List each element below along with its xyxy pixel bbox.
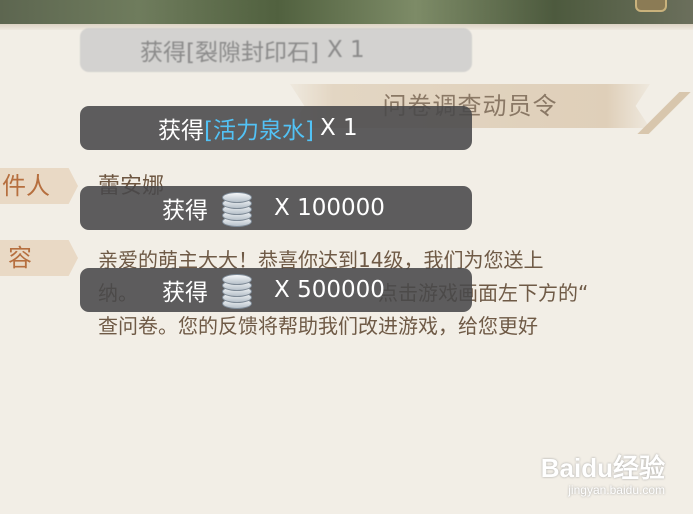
toast-prefix: 获得 bbox=[158, 118, 204, 144]
toast-item-name: [裂隙封印石] bbox=[186, 40, 319, 66]
toast-item-name: [活力泉水] bbox=[204, 118, 314, 144]
toast-count: X 100000 bbox=[274, 195, 385, 221]
content-label-tab: 容 bbox=[0, 240, 78, 276]
watermark: Baidu经验 jingyan.baidu.com bbox=[541, 448, 665, 497]
toast-count: X 1 bbox=[319, 115, 358, 141]
sender-label-tab: 件人 bbox=[0, 168, 78, 204]
silver-coin-icon bbox=[222, 271, 252, 309]
ribbon-decoration bbox=[633, 92, 693, 134]
reward-toast: 获得 X 500000 bbox=[80, 268, 472, 312]
reward-toast: 获得 X 100000 bbox=[80, 186, 472, 230]
top-scene-art bbox=[0, 0, 693, 24]
toast-prefix: 获得 bbox=[162, 280, 208, 306]
reward-toast: 获得 [活力泉水] X 1 bbox=[80, 106, 472, 150]
sender-label: 件人 bbox=[2, 172, 50, 200]
toast-prefix: 获得 bbox=[162, 198, 208, 224]
reward-toast: 获得 [裂隙封印石] X 1 bbox=[80, 28, 472, 72]
silver-coin-icon bbox=[222, 189, 252, 227]
watermark-brand: Baidu经验 bbox=[540, 453, 665, 483]
game-mail-screen: 问卷调查动员令 件人 蕾安娜 容 亲爱的萌主大大！恭喜你达到14级，我们为您送上… bbox=[0, 0, 693, 514]
mail-body-line: 查问卷。您的反馈将帮助我们改进游戏，给您更好 bbox=[98, 314, 538, 338]
content-label: 容 bbox=[8, 244, 32, 272]
watermark-url: jingyan.baidu.com bbox=[568, 483, 665, 497]
toast-prefix: 获得 bbox=[140, 40, 186, 66]
toast-count: X 500000 bbox=[274, 277, 385, 303]
toast-count: X 1 bbox=[326, 37, 365, 63]
